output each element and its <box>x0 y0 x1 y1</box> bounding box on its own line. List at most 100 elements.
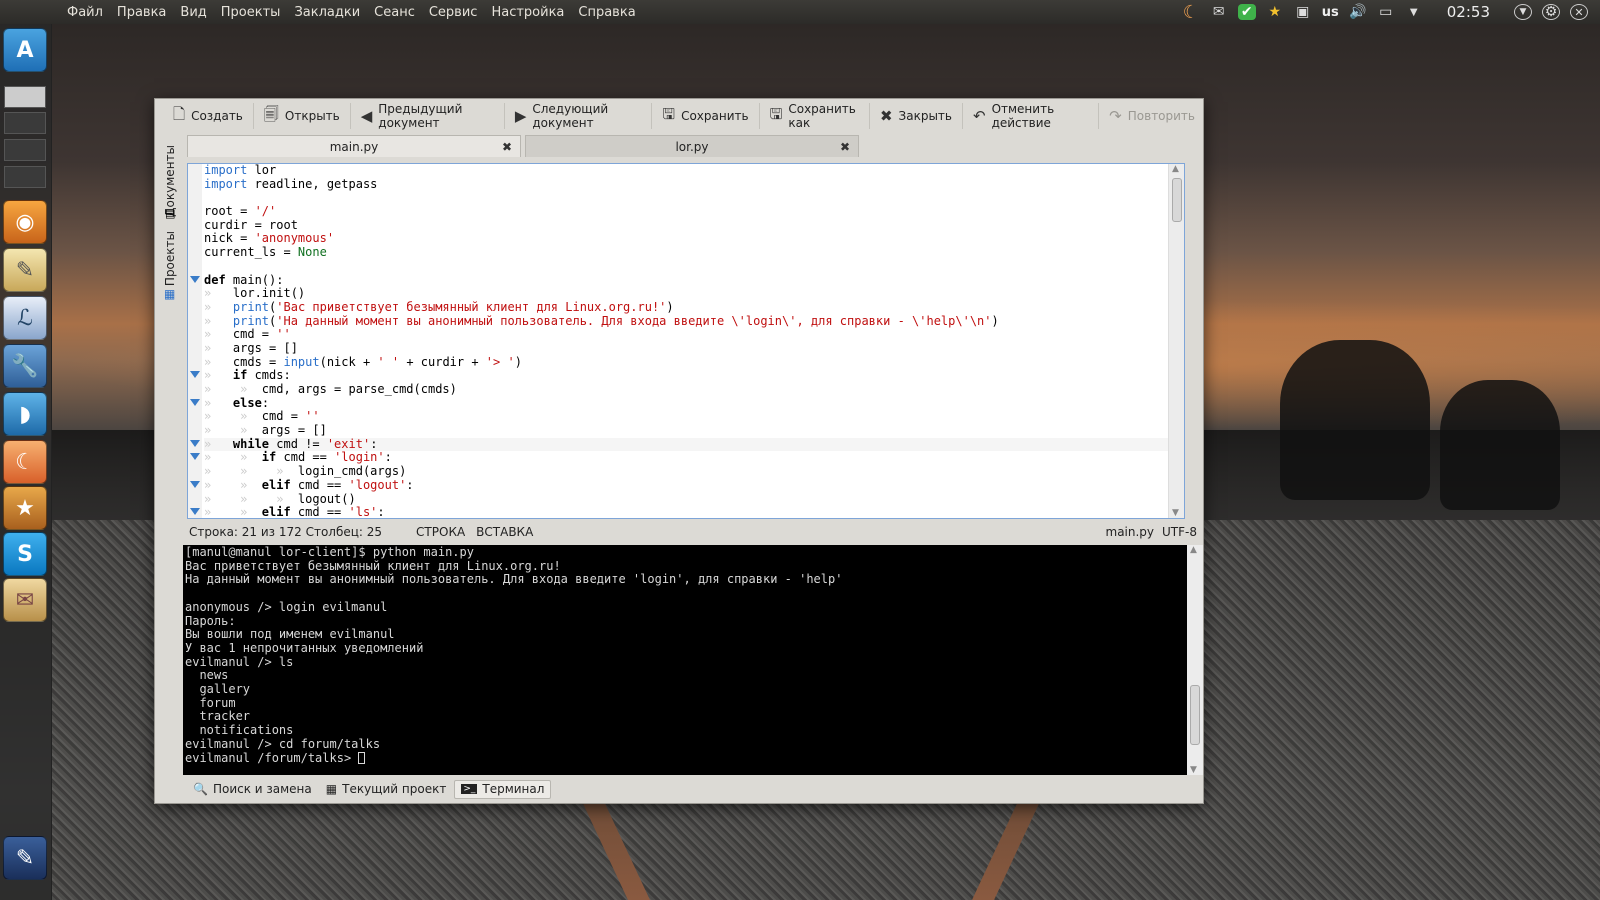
encoding[interactable]: UTF-8 <box>1162 525 1197 539</box>
clipboard-icon[interactable]: ▣ <box>1294 4 1312 20</box>
close-icon[interactable]: ✖ <box>502 140 512 154</box>
fold-toggle-icon[interactable] <box>190 480 200 488</box>
code-line[interactable]: nick = 'anonymous' <box>204 232 1184 246</box>
code-line[interactable]: » print('На данный момент вы анонимный п… <box>204 314 1184 329</box>
save-as-button[interactable]: 🖫 Сохранить как <box>760 102 870 130</box>
editor-icon[interactable]: ℒ <box>3 296 47 340</box>
menu-tools[interactable]: Сервис <box>422 5 485 20</box>
tab-main-py[interactable]: main.py ✖ <box>187 135 521 157</box>
code-line[interactable]: » » cmd = '' <box>204 410 1184 424</box>
chevron-down-icon[interactable]: ▼ <box>1514 4 1532 20</box>
tab-search-replace[interactable]: 🔍 Поиск и замена <box>187 780 318 799</box>
code-editor[interactable]: import lor import readline, getpass root … <box>187 163 1185 519</box>
fold-toggle-icon[interactable] <box>190 508 200 516</box>
open-button[interactable]: 🗐 Открыть <box>254 103 351 129</box>
battery-icon[interactable]: ▭ <box>1377 4 1395 20</box>
menu-view[interactable]: Вид <box>173 5 213 20</box>
fold-toggle-icon[interactable] <box>190 275 200 283</box>
chevron-down-icon[interactable]: ▼ <box>1405 4 1423 20</box>
moon-icon[interactable]: ☾ <box>1182 2 1200 23</box>
code-line[interactable]: » » if cmd == 'login': <box>190 451 1184 465</box>
scroll-down-icon[interactable]: ▼ <box>1190 765 1197 775</box>
menu-file[interactable]: Файл <box>60 5 110 20</box>
code-line[interactable]: » » elif cmd == 'logout': <box>190 478 1184 493</box>
favorites-icon[interactable]: ★ <box>3 486 47 530</box>
dolphin-icon[interactable]: ◗ <box>3 392 47 436</box>
tab-lor-py[interactable]: lor.py ✖ <box>525 135 859 157</box>
scroll-up-icon[interactable]: ▲ <box>1172 164 1179 174</box>
code-line[interactable]: » » » logout() <box>204 492 1184 507</box>
redo-button[interactable]: ↷ Повторить <box>1099 103 1205 129</box>
tab-projects[interactable]: Проекты <box>163 231 177 286</box>
close-icon[interactable]: ✖ <box>840 140 850 154</box>
code-line[interactable]: » » » login_cmd(args) <box>204 464 1184 479</box>
code-line[interactable]: current_ls = None <box>204 245 1184 260</box>
code-line[interactable]: » » cmd, args = parse_cmd(cmds) <box>204 382 1184 397</box>
terminal-icon[interactable]: ✎ <box>3 836 47 880</box>
scroll-up-icon[interactable]: ▲ <box>1190 545 1197 555</box>
gear-icon[interactable]: ⚙ <box>1542 4 1560 20</box>
terminal-output[interactable]: [manul@manul lor-client]$ python main.py… <box>183 545 1187 775</box>
code-line[interactable]: » lor.init() <box>204 286 1184 301</box>
undo-button[interactable]: ↶ Отменить действие <box>963 102 1100 130</box>
fold-toggle-icon[interactable] <box>190 398 200 406</box>
keyboard-layout[interactable]: us <box>1322 5 1339 20</box>
code-line[interactable] <box>204 260 1184 274</box>
code-line[interactable]: » » elif cmd == 'ls': <box>190 505 1184 518</box>
code-text[interactable]: import lor import readline, getpass root … <box>190 164 1184 518</box>
scrollbar-thumb[interactable] <box>1190 685 1200 745</box>
line-mode[interactable]: СТРОКА <box>416 525 465 539</box>
mail-icon[interactable]: ✉ <box>3 578 47 622</box>
skype-icon[interactable]: S <box>3 532 47 576</box>
scrollbar-thumb[interactable] <box>1172 178 1182 222</box>
dash-icon[interactable]: A <box>3 28 47 72</box>
save-button[interactable]: 🖫 Сохранить <box>652 103 760 129</box>
volume-icon[interactable]: 🔊 <box>1349 4 1367 20</box>
fold-toggle-icon[interactable] <box>190 371 200 379</box>
menu-session[interactable]: Сеанс <box>367 5 422 20</box>
tab-current-project[interactable]: ▦ Текущий проект <box>320 780 453 799</box>
code-line[interactable]: import readline, getpass <box>204 177 1184 192</box>
code-line[interactable]: root = '/' <box>204 204 1184 219</box>
code-line[interactable]: » args = [] <box>204 341 1184 356</box>
code-line[interactable]: » if cmds: <box>190 368 1184 383</box>
code-line[interactable]: » while cmd != 'exit': <box>190 437 1184 452</box>
menu-bookmarks[interactable]: Закладки <box>287 5 367 20</box>
workspace-2[interactable] <box>4 112 46 134</box>
close-button[interactable]: ✖ Закрыть <box>870 103 963 129</box>
workspace-1[interactable] <box>4 86 46 108</box>
tab-terminal[interactable]: >_ Терминал <box>454 779 552 799</box>
code-line[interactable]: def main(): <box>190 273 1184 288</box>
code-line[interactable]: » cmds = input(nick + ' ' + curdir + '> … <box>204 355 1184 370</box>
code-line[interactable] <box>204 191 1184 205</box>
code-line[interactable]: » » args = [] <box>204 423 1184 438</box>
next-document-button[interactable]: ▶ Следующий документ <box>505 102 653 130</box>
code-line[interactable]: » cmd = '' <box>204 327 1184 342</box>
notepad-icon[interactable]: ✎ <box>3 248 47 292</box>
star-icon[interactable]: ★ <box>1266 4 1284 20</box>
eye-icon[interactable]: ◉ <box>3 200 47 244</box>
check-icon[interactable]: ✔ <box>1237 4 1256 20</box>
code-line[interactable]: » print('Вас приветствует безымянный кли… <box>204 300 1184 315</box>
workspace-4[interactable] <box>4 166 46 188</box>
code-line[interactable]: import lor <box>204 164 1184 178</box>
moon-icon[interactable]: ☾ <box>3 440 47 484</box>
new-button[interactable]: 🗋 Создать <box>163 103 254 129</box>
close-icon[interactable]: ✕ <box>1570 4 1588 20</box>
menu-edit[interactable]: Правка <box>110 5 173 20</box>
terminal-scrollbar[interactable]: ▲ ▼ <box>1187 545 1203 775</box>
workspace-3[interactable] <box>4 139 46 161</box>
prev-document-button[interactable]: ◀ Предыдущий документ <box>351 102 505 130</box>
menu-projects[interactable]: Проекты <box>214 5 288 20</box>
wrench-icon[interactable]: 🔧 <box>3 344 47 388</box>
clock[interactable]: 02:53 <box>1433 3 1504 21</box>
code-line[interactable]: curdir = root <box>204 218 1184 233</box>
fold-toggle-icon[interactable] <box>190 439 200 447</box>
scroll-down-icon[interactable]: ▼ <box>1172 508 1179 518</box>
fold-toggle-icon[interactable] <box>190 453 200 461</box>
insert-mode[interactable]: ВСТАВКА <box>476 525 533 539</box>
code-line[interactable]: » else: <box>190 396 1184 411</box>
mail-icon[interactable]: ✉ <box>1210 4 1228 20</box>
editor-scrollbar[interactable]: ▲ ▼ <box>1168 164 1184 518</box>
menu-settings[interactable]: Настройка <box>484 5 571 20</box>
